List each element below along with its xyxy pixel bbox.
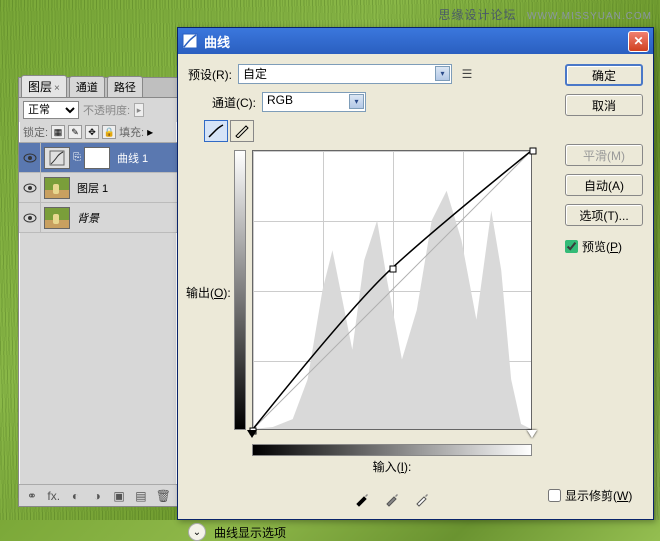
ok-button[interactable]: 确定 <box>565 64 643 86</box>
curve-line <box>253 151 531 429</box>
layers-tabs: 图层× 通道 路径 <box>19 78 177 98</box>
layer-item-1[interactable]: 图层 1 <box>19 173 177 203</box>
opacity-label: 不透明度: <box>83 102 130 118</box>
layer-thumb <box>44 177 70 199</box>
layers-lock-row: 锁定: ▦ ✎ ✥ 🔒 填充: ▸ <box>19 122 177 143</box>
close-button[interactable]: ✕ <box>628 31 649 52</box>
preset-select[interactable]: 自定 ▾ <box>238 64 452 84</box>
lock-all-icon[interactable]: 🔒 <box>102 125 116 139</box>
visibility-toggle[interactable] <box>19 143 41 172</box>
fill-label: 填充: <box>119 124 144 140</box>
input-sliders <box>252 430 532 440</box>
white-point-slider[interactable] <box>527 430 537 438</box>
layers-blend-row: 正常 不透明度: ▸ <box>19 98 177 122</box>
preview-checkbox[interactable]: 预览(P) <box>565 238 643 255</box>
black-point-slider[interactable] <box>247 430 257 438</box>
lock-position-icon[interactable]: ✥ <box>85 125 99 139</box>
link-icon: ⎘ <box>73 152 81 163</box>
layer-name: 背景 <box>77 210 99 226</box>
output-gradient <box>234 150 246 430</box>
channel-select[interactable]: RGB ▾ <box>262 92 366 112</box>
close-icon[interactable]: × <box>54 83 60 94</box>
fx-icon[interactable]: fx. <box>47 489 61 503</box>
layer-name: 图层 1 <box>77 180 108 196</box>
titlebar[interactable]: 曲线 ✕ <box>178 28 653 54</box>
lock-label: 锁定: <box>23 124 48 140</box>
cancel-button[interactable]: 取消 <box>565 94 643 116</box>
dialog-icon <box>182 33 198 49</box>
visibility-toggle[interactable] <box>19 203 41 232</box>
mask-icon[interactable]: ◐ <box>69 489 83 503</box>
output-label: 输出(O): <box>186 284 231 301</box>
input-gradient <box>252 444 532 456</box>
smooth-button[interactable]: 平滑(M) <box>565 144 643 166</box>
curve-tool-button[interactable] <box>204 120 228 142</box>
new-layer-icon[interactable]: ▤ <box>134 489 148 503</box>
curves-dialog: 曲线 ✕ 预设(R): 自定 ▾ ☰ 通道(C): RGB ▾ 输出(O): <box>177 27 654 520</box>
show-clipping-checkbox[interactable]: 显示修剪(W) <box>548 487 632 504</box>
trash-icon[interactable]: 🗑 <box>156 489 171 503</box>
chevron-down-icon: ⌄ <box>188 523 206 541</box>
lock-pixels-icon[interactable]: ✎ <box>68 125 82 139</box>
lock-transparent-icon[interactable]: ▦ <box>51 125 65 139</box>
watermark-text: 思缘设计论坛 <box>438 8 516 22</box>
chevron-down-icon: ▾ <box>435 66 450 81</box>
pencil-tool-button[interactable] <box>230 120 254 142</box>
curve-display-options-toggle[interactable]: ⌄ 曲线显示选项 <box>188 523 643 541</box>
tab-channels[interactable]: 通道 <box>69 76 105 97</box>
dialog-right-column: 确定 取消 平滑(M) 自动(A) 选项(T)... 预览(P) <box>565 64 643 255</box>
black-eyedropper-icon[interactable] <box>352 489 372 509</box>
adjustment-icon[interactable]: ◑ <box>90 489 104 503</box>
watermark: 思缘设计论坛 WWW.MISSYUAN.COM <box>438 6 652 23</box>
chevron-down-icon: ▾ <box>349 94 364 109</box>
layers-bottom-toolbar: ⚭ fx. ◐ ◑ ▣ ▤ 🗑 <box>19 484 177 506</box>
layer-thumb <box>44 207 70 229</box>
tab-layers[interactable]: 图层× <box>21 75 67 97</box>
gray-eyedropper-icon[interactable] <box>382 489 402 509</box>
eyedropper-row <box>252 489 532 509</box>
input-label: 输入(I): <box>252 458 532 475</box>
link-layers-icon[interactable]: ⚭ <box>25 489 39 503</box>
blend-mode-select[interactable]: 正常 <box>23 101 79 119</box>
dialog-title: 曲线 <box>204 32 628 51</box>
folder-icon[interactable]: ▣ <box>112 489 126 503</box>
tab-paths[interactable]: 路径 <box>107 76 143 97</box>
visibility-toggle[interactable] <box>19 173 41 202</box>
watermark-site: WWW.MISSYUAN.COM <box>527 11 652 22</box>
mask-thumb <box>84 147 110 169</box>
layer-name: 曲线 1 <box>117 150 148 166</box>
layer-item-bg[interactable]: 背景 <box>19 203 177 233</box>
fill-arrow[interactable]: ▸ <box>147 125 153 139</box>
white-eyedropper-icon[interactable] <box>412 489 432 509</box>
preset-menu-icon[interactable]: ☰ <box>458 65 476 83</box>
curve-point[interactable] <box>530 148 537 155</box>
curve-grid[interactable] <box>252 150 532 430</box>
layers-panel: 图层× 通道 路径 正常 不透明度: ▸ 锁定: ▦ ✎ ✥ 🔒 填充: ▸ ⎘… <box>18 77 178 507</box>
layer-item-curves[interactable]: ⎘ 曲线 1 <box>19 143 177 173</box>
adjustment-thumb <box>44 147 70 169</box>
opacity-arrow[interactable]: ▸ <box>134 103 144 117</box>
curve-point[interactable] <box>390 266 397 273</box>
options-button[interactable]: 选项(T)... <box>565 204 643 226</box>
preset-label: 预设(R): <box>188 66 232 83</box>
channel-label: 通道(C): <box>212 94 256 111</box>
auto-button[interactable]: 自动(A) <box>565 174 643 196</box>
